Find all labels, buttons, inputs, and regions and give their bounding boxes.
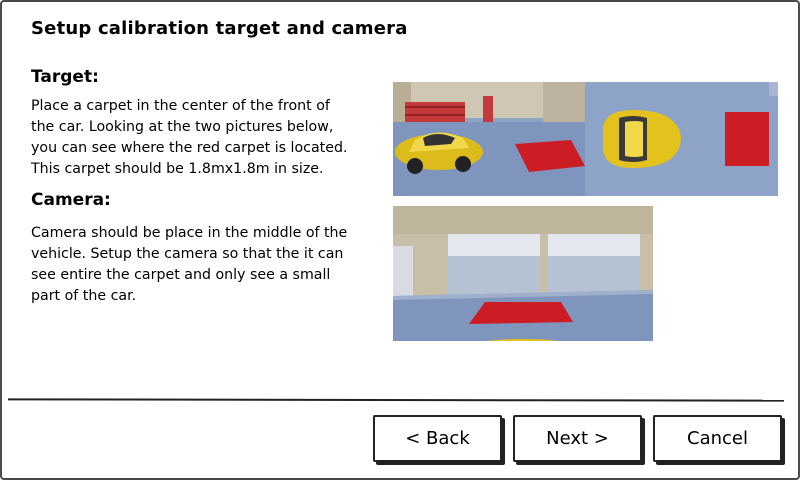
camera-heading: Camera: <box>31 190 111 210</box>
target-side-view-image <box>393 82 585 196</box>
target-description: Place a carpet in the center of the fron… <box>31 98 348 177</box>
cancel-button[interactable]: Cancel <box>653 415 782 462</box>
target-heading: Target: <box>31 67 99 87</box>
dialog-title: Setup calibration target and camera <box>31 18 408 39</box>
camera-description: Camera should be place in the middle of … <box>31 225 348 304</box>
target-top-view-image <box>585 82 778 196</box>
next-button[interactable]: Next > <box>513 415 642 462</box>
back-button[interactable]: < Back <box>373 415 502 462</box>
camera-view-image <box>393 206 653 341</box>
